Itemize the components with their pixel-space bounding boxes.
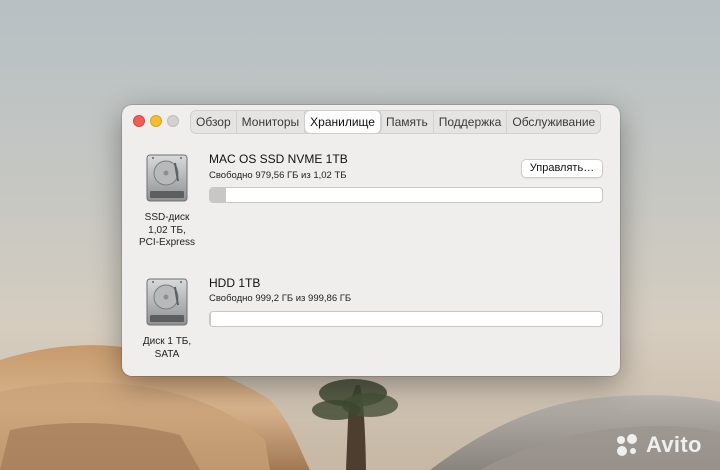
disk-name: HDD 1TB — [209, 276, 261, 290]
disk-caption-line: 1,02 ТБ, — [148, 224, 186, 236]
close-button[interactable] — [133, 115, 145, 127]
watermark-text: Avito — [646, 432, 702, 457]
zoom-button[interactable] — [167, 115, 179, 127]
disk-caption-line: SSD-диск — [144, 212, 190, 223]
tab-memory[interactable]: Память — [381, 111, 434, 133]
disk-free-space: Свободно 999,2 ГБ из 999,86 ГБ — [209, 293, 352, 304]
tab-overview[interactable]: Обзор — [191, 111, 237, 133]
minimize-button[interactable] — [150, 115, 162, 127]
title-bar: Обзор Мониторы Хранилище Память Поддержк… — [122, 105, 620, 138]
storage-usage-bar — [209, 311, 603, 327]
tab-service[interactable]: Обслуживание — [507, 111, 600, 133]
disk-name: MAC OS SSD NVME 1TB — [209, 152, 348, 166]
avito-logo-icon — [617, 434, 637, 456]
hard-drive-icon — [146, 154, 188, 202]
storage-usage-bar — [209, 187, 603, 203]
tab-storage[interactable]: Хранилище — [305, 111, 381, 133]
hard-drive-icon — [146, 278, 188, 326]
about-this-mac-window: Обзор Мониторы Хранилище Память Поддержк… — [122, 105, 620, 376]
disk-caption: Диск 1 ТБ, SATA — [122, 336, 217, 361]
disk-caption-line: Диск 1 ТБ, — [142, 336, 192, 347]
disk-caption: SSD-диск 1,02 ТБ, PCI-Express — [122, 212, 217, 250]
tab-support[interactable]: Поддержка — [434, 111, 508, 133]
storage-usage-fill — [210, 312, 212, 326]
disk-free-space: Свободно 979,56 ГБ из 1,02 ТБ — [209, 170, 347, 181]
watermark: Avito — [614, 430, 702, 460]
manage-button[interactable]: Управлять… — [521, 159, 603, 178]
disk-caption-line: SATA — [154, 348, 180, 360]
storage-usage-fill — [210, 188, 226, 202]
tab-displays[interactable]: Мониторы — [237, 111, 306, 133]
disk-caption-line: PCI-Express — [138, 237, 196, 248]
tab-bar: Обзор Мониторы Хранилище Память Поддержк… — [190, 110, 602, 134]
